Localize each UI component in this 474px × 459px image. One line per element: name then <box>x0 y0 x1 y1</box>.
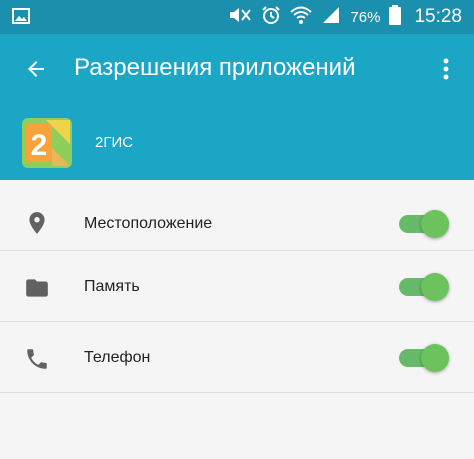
more-vert-icon <box>443 58 449 80</box>
permission-label: Телефон <box>84 349 151 366</box>
mute-icon <box>228 5 252 30</box>
clock: 15:28 <box>414 6 462 27</box>
signal-icon <box>321 5 341 30</box>
toggle-thumb <box>421 210 449 238</box>
battery-percent: 76% <box>350 8 381 26</box>
permission-row-storage[interactable]: Память <box>0 251 474 322</box>
permission-row-phone[interactable]: Телефон <box>0 322 474 393</box>
location-toggle[interactable] <box>399 208 449 238</box>
permission-label: Местоположение <box>84 215 213 232</box>
location-icon <box>24 210 50 236</box>
toggle-thumb <box>421 273 449 301</box>
image-icon <box>12 8 30 24</box>
toggle-thumb <box>421 344 449 372</box>
arrow-back-icon <box>28 61 44 77</box>
app-bar: Разрешения приложений <box>0 34 474 104</box>
alarm-icon <box>261 5 281 30</box>
svg-text:2: 2 <box>31 129 48 162</box>
status-bar: 76% 15:28 <box>0 0 474 34</box>
app-name: 2ГИС <box>95 134 134 151</box>
permissions-list: Местоположение Память Телефон <box>0 180 474 393</box>
permission-row-location[interactable]: Местоположение <box>0 180 474 251</box>
wifi-icon <box>290 5 313 30</box>
storage-toggle[interactable] <box>399 271 449 301</box>
overflow-menu-button[interactable] <box>434 47 458 91</box>
back-button[interactable] <box>14 47 58 91</box>
page-title: Разрешения приложений <box>74 54 356 81</box>
battery-icon <box>389 4 402 30</box>
folder-icon <box>24 275 50 301</box>
phone-toggle[interactable] <box>399 342 449 372</box>
app-header: 2 2ГИС <box>0 104 474 180</box>
phone-icon <box>24 346 50 372</box>
app-logo: 2 <box>22 118 72 168</box>
permission-label: Память <box>84 278 140 295</box>
